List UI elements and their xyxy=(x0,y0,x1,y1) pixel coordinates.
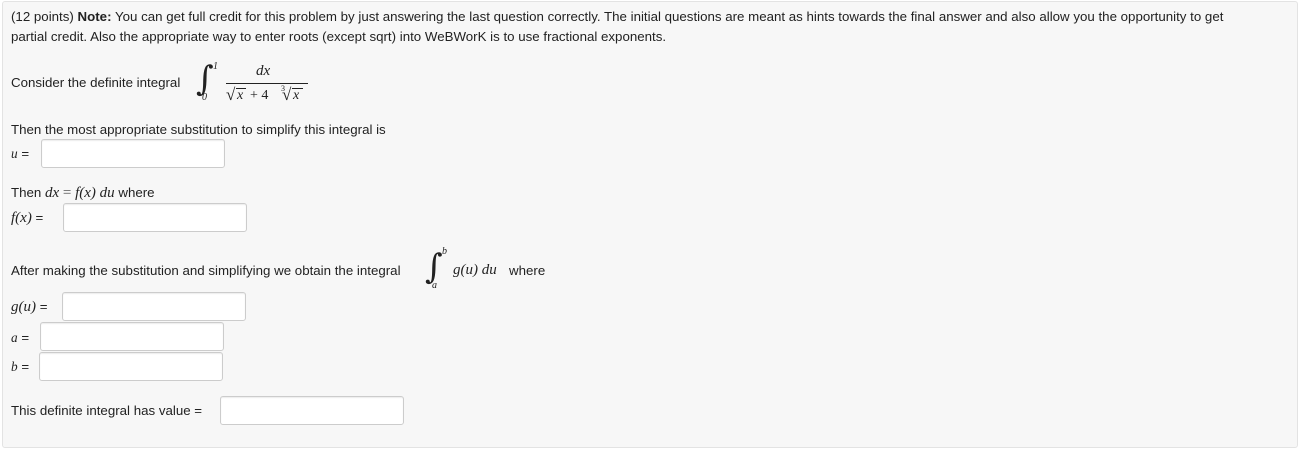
note-text-line2: partial credit. Also the appropriate way… xyxy=(11,29,667,44)
lower-limit: 0 xyxy=(202,92,207,103)
final-value-input[interactable] xyxy=(220,396,404,425)
g-label-row: g(u) = xyxy=(11,299,47,316)
integrand: g(u) du xyxy=(453,262,497,278)
transformed-integral: ∫ b a g(u) du where xyxy=(425,246,565,296)
u-equals: = xyxy=(21,146,30,161)
note-text-line1: You can get full credit for this problem… xyxy=(111,9,1224,24)
sqrt-sign: √ xyxy=(226,85,236,104)
where-label: where xyxy=(118,185,155,200)
a-label-row: a = xyxy=(11,330,29,346)
cbrt-sign: √ xyxy=(282,85,292,104)
dx-relation-row: Then dx = f(x) du where xyxy=(11,185,155,202)
then-label: Then xyxy=(11,185,42,200)
cbrt-var: x xyxy=(293,88,300,103)
dx-rhs: f(x) du xyxy=(75,185,115,201)
substitution-prompt: Then the most appropriate substitution t… xyxy=(11,122,386,137)
g-input[interactable] xyxy=(62,292,246,321)
dx-eq: = xyxy=(62,185,72,201)
b-input[interactable] xyxy=(39,352,223,381)
problem-header-line1: (12 points) Note: You can get full credi… xyxy=(11,9,1223,24)
integral-intro-text: Consider the definite integral xyxy=(11,75,181,90)
f-input[interactable] xyxy=(63,203,247,232)
lower-limit-a: a xyxy=(432,280,437,291)
u-label-row: u = xyxy=(11,146,29,162)
b-label: b xyxy=(11,359,18,374)
points-label: (12 points) xyxy=(11,9,74,24)
dx-lhs: dx xyxy=(45,185,60,201)
g-equals: = xyxy=(39,299,48,314)
upper-limit-b: b xyxy=(442,246,447,257)
g-label: g(u) xyxy=(11,299,36,315)
b-label-row: b = xyxy=(11,359,29,375)
a-input[interactable] xyxy=(40,322,224,351)
fraction-bar xyxy=(226,83,308,84)
den-plus: + 4 xyxy=(250,88,269,103)
sqrt-var: x xyxy=(237,88,244,103)
note-label: Note: xyxy=(77,9,112,24)
numerator: dx xyxy=(256,63,271,79)
a-equals: = xyxy=(21,330,30,345)
definite-integral-expression: ∫ 1 0 dx √ x + 4 3 √ x xyxy=(196,58,316,108)
integral-sign: ∫ xyxy=(196,59,214,99)
upper-limit: 1 xyxy=(213,61,218,72)
u-label: u xyxy=(11,146,18,161)
where-label-2: where xyxy=(509,263,546,278)
f-label: f(x) xyxy=(11,210,32,226)
f-equals: = xyxy=(35,210,44,225)
final-value-text: This definite integral has value = xyxy=(11,403,203,418)
integral-sign-2: ∫ xyxy=(425,247,443,287)
u-input[interactable] xyxy=(41,139,225,168)
b-equals: = xyxy=(21,359,30,374)
after-sub-text: After making the substitution and simpli… xyxy=(11,263,401,278)
a-label: a xyxy=(11,330,18,345)
f-label-row: f(x) = xyxy=(11,210,43,227)
